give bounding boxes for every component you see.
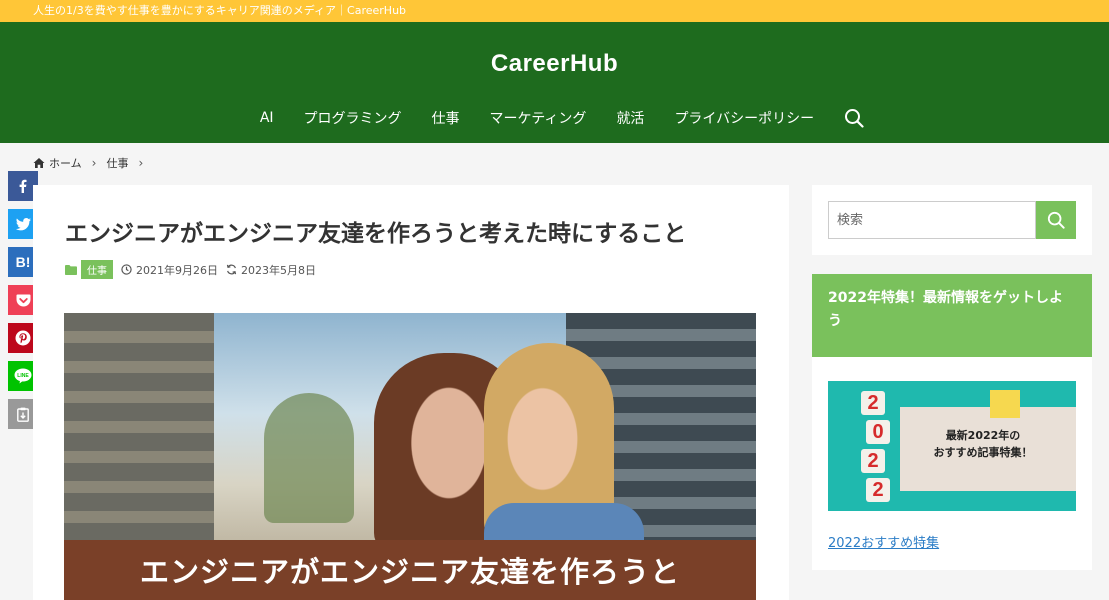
banner-text: 最新2022年の おすすめ記事特集！: [900, 427, 1066, 461]
digit-cube: 2: [861, 391, 885, 415]
pocket-icon: [16, 294, 30, 306]
building-left: [64, 313, 214, 543]
eyecatch-image: エンジニアがエンジニア友達を作ろうと: [64, 313, 756, 600]
search-button[interactable]: [1036, 201, 1076, 239]
twitter-icon: [15, 217, 31, 230]
digit-cube: 0: [866, 420, 890, 444]
site-title[interactable]: CareerHub: [0, 50, 1109, 78]
sidebar-search-widget: [812, 185, 1092, 255]
search-icon: [1047, 211, 1065, 229]
chevron-right-icon: ›: [91, 156, 97, 170]
clock-icon: [121, 264, 132, 275]
site-header: CareerHub AI プログラミング 仕事 マーケティング 就活 プライバシ…: [0, 22, 1109, 143]
banner-line-1: 最新2022年の: [945, 429, 1021, 442]
nav-item-privacy-policy[interactable]: プライバシーポリシー: [674, 108, 814, 128]
svg-text:LINE: LINE: [17, 373, 29, 379]
feature-banner-image[interactable]: 2 0 2 2 最新2022年の おすすめ記事特集！: [828, 381, 1076, 511]
breadcrumb: ホーム › 仕事 ›: [33, 155, 153, 171]
sticky-note: [990, 390, 1020, 418]
search-input[interactable]: [828, 201, 1036, 239]
tree: [264, 393, 354, 523]
digit-cube: 2: [861, 449, 885, 473]
updated-date: 2023年5月8日: [241, 263, 316, 277]
chevron-right-icon: ›: [138, 156, 144, 170]
nav-item-job-hunting[interactable]: 就活: [616, 108, 644, 128]
home-icon: [33, 158, 45, 168]
nav-item-programming[interactable]: プログラミング: [304, 108, 402, 128]
main-nav: AI プログラミング 仕事 マーケティング 就活 プライバシーポリシー: [0, 108, 1109, 128]
clipboard-icon: [17, 407, 29, 422]
article-main: エンジニアがエンジニア友達を作ろうと考えた時にすること 仕事 2021年9月26…: [33, 185, 789, 600]
published-date: 2021年9月26日: [136, 263, 218, 277]
folder-icon: [65, 264, 77, 275]
top-tagline-bar: 人生の1/3を費やす仕事を豊かにするキャリア関連のメディア｜CareerHub: [0, 0, 1109, 22]
breadcrumb-category[interactable]: 仕事: [106, 155, 128, 171]
search-icon[interactable]: [844, 108, 864, 128]
facebook-icon: [19, 179, 27, 193]
article-title: エンジニアがエンジニア友達を作ろうと考えた時にすること: [65, 221, 687, 247]
line-icon: LINE: [14, 368, 32, 384]
hatena-icon: B!: [15, 254, 31, 270]
pinterest-icon: [15, 330, 31, 346]
tagline-text: 人生の1/3を費やす仕事を豊かにするキャリア関連のメディア｜CareerHub: [33, 4, 407, 17]
sidebar-feature-widget: 2022年特集！最新情報をゲットしよう 2 0 2 2 最新2022年の おすす…: [812, 274, 1092, 570]
breadcrumb-home[interactable]: ホーム: [49, 155, 82, 171]
digit-cube: 2: [866, 478, 890, 502]
eyecatch-title: エンジニアがエンジニア友達を作ろうと: [139, 555, 680, 589]
feature-link[interactable]: 2022おすすめ特集: [828, 532, 939, 551]
nav-item-ai[interactable]: AI: [260, 110, 274, 126]
category-badge[interactable]: 仕事: [81, 260, 113, 279]
refresh-icon: [226, 264, 237, 275]
article-meta: 仕事 2021年9月26日 2023年5月8日: [65, 260, 324, 279]
banner-line-2: おすすめ記事特集！: [933, 446, 1033, 460]
widget-title: 2022年特集！最新情報をゲットしよう: [812, 274, 1092, 357]
nav-item-marketing[interactable]: マーケティング: [490, 108, 587, 128]
nav-item-work[interactable]: 仕事: [432, 108, 460, 128]
